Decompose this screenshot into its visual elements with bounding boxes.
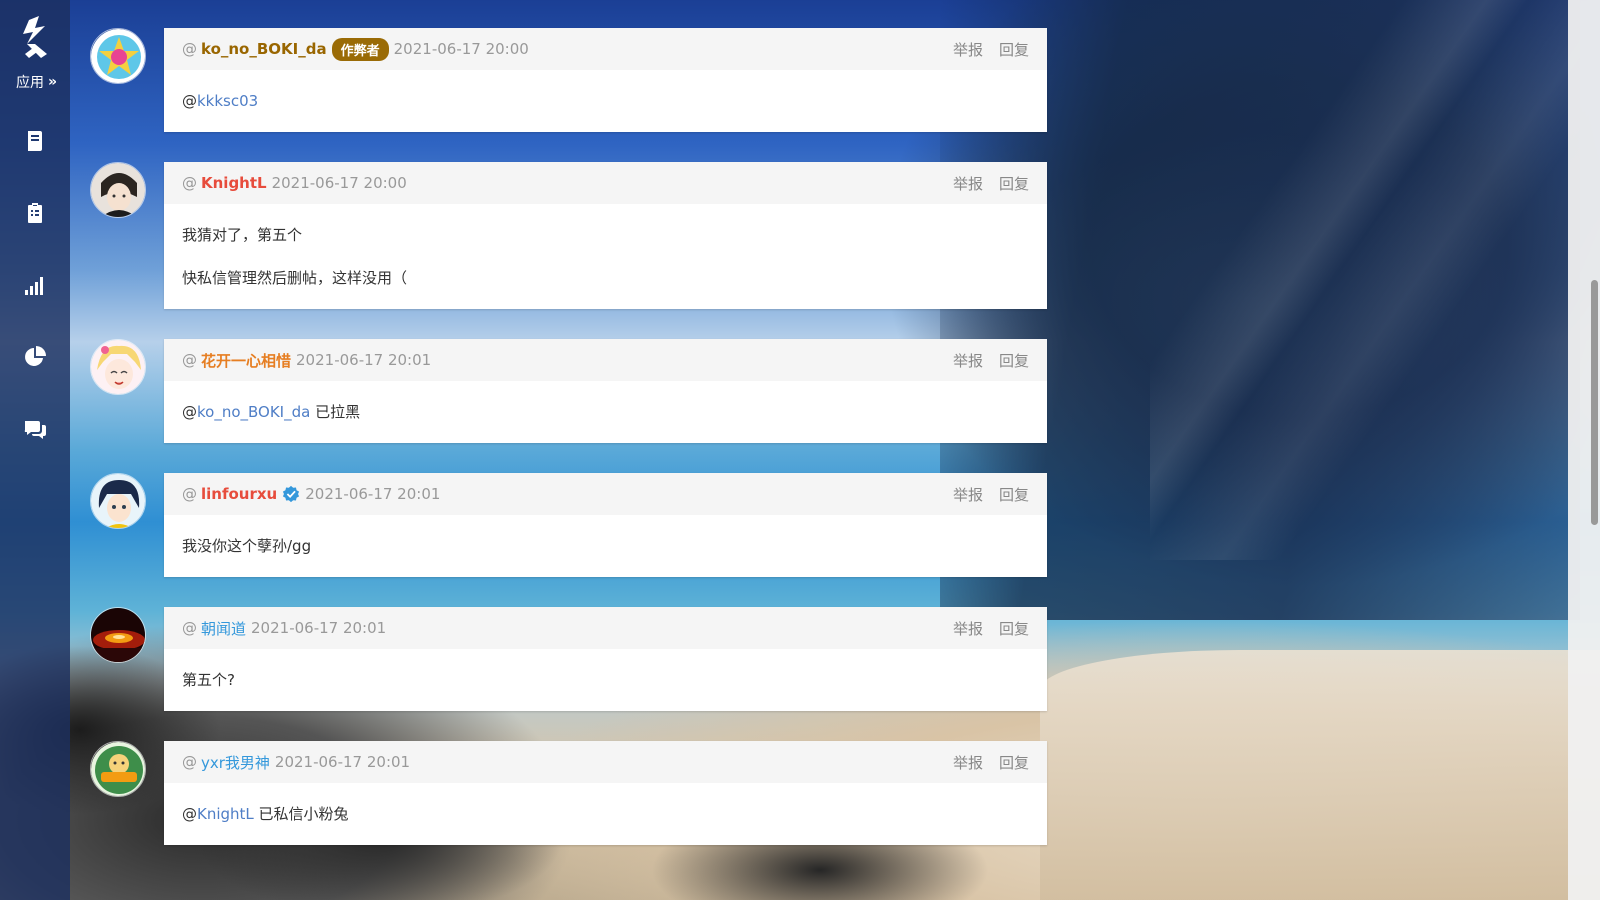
username-link[interactable]: 花开一心相惜: [201, 350, 291, 371]
double-chevron-right-icon: »: [47, 74, 57, 90]
comment-time: 2021-06-17 20:01: [251, 619, 387, 637]
comment-card: @ ko_no_BOKI_da 作弊者 2021-06-17 20:00 举报 …: [164, 28, 1047, 132]
username-link[interactable]: linfourxu: [201, 485, 277, 503]
comment-item: @ yxr我男神 2021-06-17 20:01 举报 回复 @KnightL…: [90, 741, 1070, 845]
comment-body: @ko_no_BOKI_da 已拉黑: [164, 381, 1047, 443]
pie-chart-icon[interactable]: [12, 334, 58, 380]
comment-item: @ 朝闻道 2021-06-17 20:01 举报 回复 第五个?: [90, 607, 1070, 711]
comment-body: @KnightL 已私信小粉兔: [164, 783, 1047, 845]
comment-actions: 举报 回复: [953, 173, 1029, 194]
comment-line: 我没你这个孽孙/gg: [182, 537, 312, 555]
at-symbol: @: [182, 403, 197, 421]
comment-line: @kkksc03: [182, 88, 1029, 114]
comment-body: @kkksc03: [164, 70, 1047, 132]
comment-line: 第五个?: [182, 671, 235, 689]
comment-body: 我猜对了，第五个 快私信管理然后删帖，这样没用（: [164, 204, 1047, 309]
comment-time: 2021-06-17 20:01: [296, 351, 432, 369]
report-button[interactable]: 举报: [953, 484, 983, 505]
avatar[interactable]: [90, 473, 146, 529]
reply-button[interactable]: 回复: [999, 752, 1029, 773]
comment-actions: 举报 回复: [953, 752, 1029, 773]
comment-item: @ linfourxu 2021-06-17 20:01 举报 回复 我没你这个…: [90, 473, 1070, 577]
at-symbol: @: [182, 753, 197, 771]
comment-actions: 举报 回复: [953, 618, 1029, 639]
comment-header: @ 朝闻道 2021-06-17 20:01 举报 回复: [164, 607, 1047, 649]
clipboard-list-icon[interactable]: [12, 190, 58, 236]
comment-card: @ 朝闻道 2021-06-17 20:01 举报 回复 第五个?: [164, 607, 1047, 711]
comment-card: @ linfourxu 2021-06-17 20:01 举报 回复 我没你这个…: [164, 473, 1047, 577]
background-beach: [1040, 650, 1600, 900]
cheater-badge: 作弊者: [331, 37, 389, 61]
avatar[interactable]: [90, 741, 146, 797]
mention-link[interactable]: kkksc03: [197, 92, 258, 110]
comment-body: 我没你这个孽孙/gg: [164, 515, 1047, 577]
comment-header: @ KnightL 2021-06-17 20:00 举报 回复: [164, 162, 1047, 204]
comment-actions: 举报 回复: [953, 484, 1029, 505]
sidebar: 应用 »: [0, 0, 70, 900]
comment-header: @ 花开一心相惜 2021-06-17 20:01 举报 回复: [164, 339, 1047, 381]
at-symbol: @: [182, 805, 197, 823]
report-button[interactable]: 举报: [953, 752, 983, 773]
username-link[interactable]: yxr我男神: [201, 752, 270, 773]
reply-button[interactable]: 回复: [999, 618, 1029, 639]
comment-card: @ 花开一心相惜 2021-06-17 20:01 举报 回复 @ko_no_B…: [164, 339, 1047, 443]
comment-actions: 举报 回复: [953, 350, 1029, 371]
reply-button[interactable]: 回复: [999, 350, 1029, 371]
report-button[interactable]: 举报: [953, 39, 983, 60]
page-scrollbar[interactable]: [1568, 0, 1600, 900]
comment-card: @ yxr我男神 2021-06-17 20:01 举报 回复 @KnightL…: [164, 741, 1047, 845]
comment-list: @ ko_no_BOKI_da 作弊者 2021-06-17 20:00 举报 …: [90, 28, 1070, 875]
username-link[interactable]: ko_no_BOKI_da: [201, 40, 327, 58]
avatar[interactable]: [90, 607, 146, 663]
comment-item: @ ko_no_BOKI_da 作弊者 2021-06-17 20:00 举报 …: [90, 28, 1070, 132]
report-button[interactable]: 举报: [953, 173, 983, 194]
mention-link[interactable]: ko_no_BOKI_da: [197, 403, 310, 421]
at-symbol: @: [182, 174, 197, 192]
avatar[interactable]: [90, 28, 146, 84]
report-button[interactable]: 举报: [953, 350, 983, 371]
verified-check-icon: [282, 485, 300, 503]
comment-time: 2021-06-17 20:00: [393, 40, 529, 58]
username-link[interactable]: KnightL: [201, 174, 267, 192]
comment-header: @ yxr我男神 2021-06-17 20:01 举报 回复: [164, 741, 1047, 783]
comment-line: @ko_no_BOKI_da 已拉黑: [182, 399, 1029, 425]
apps-menu-button[interactable]: 应用 »: [15, 72, 57, 92]
comments-icon[interactable]: [12, 406, 58, 452]
comment-header: @ linfourxu 2021-06-17 20:01 举报 回复: [164, 473, 1047, 515]
at-symbol: @: [182, 92, 197, 110]
at-symbol: @: [182, 40, 197, 58]
avatar[interactable]: [90, 339, 146, 395]
comment-time: 2021-06-17 20:00: [271, 174, 407, 192]
reply-button[interactable]: 回复: [999, 484, 1029, 505]
at-symbol: @: [182, 619, 197, 637]
comment-text: 已拉黑: [310, 403, 361, 421]
comment-item: @ KnightL 2021-06-17 20:00 举报 回复 我猜对了，第五…: [90, 162, 1070, 309]
comment-body: 第五个?: [164, 649, 1047, 711]
mention-link[interactable]: KnightL: [197, 805, 254, 823]
scrollbar-thumb[interactable]: [1591, 280, 1598, 525]
report-button[interactable]: 举报: [953, 618, 983, 639]
comment-text: 已私信小粉兔: [253, 805, 349, 823]
comment-line: 我猜对了，第五个: [182, 226, 303, 244]
problems-book-icon[interactable]: [12, 118, 58, 164]
comment-header: @ ko_no_BOKI_da 作弊者 2021-06-17 20:00 举报 …: [164, 28, 1047, 70]
signal-bars-icon[interactable]: [12, 262, 58, 308]
reply-button[interactable]: 回复: [999, 173, 1029, 194]
at-symbol: @: [182, 351, 197, 369]
username-link[interactable]: 朝闻道: [201, 618, 246, 639]
comment-time: 2021-06-17 20:01: [305, 485, 441, 503]
comment-card: @ KnightL 2021-06-17 20:00 举报 回复 我猜对了，第五…: [164, 162, 1047, 309]
avatar[interactable]: [90, 162, 146, 218]
apps-menu-label: 应用: [15, 75, 44, 91]
comment-line: 快私信管理然后删帖，这样没用（: [182, 269, 408, 287]
comment-line: @KnightL 已私信小粉兔: [182, 801, 1029, 827]
reply-button[interactable]: 回复: [999, 39, 1029, 60]
comment-time: 2021-06-17 20:01: [274, 753, 411, 771]
luogu-logo-icon[interactable]: [15, 14, 55, 62]
background-light-rays: [1150, 0, 1600, 560]
comment-item: @ 花开一心相惜 2021-06-17 20:01 举报 回复 @ko_no_B…: [90, 339, 1070, 443]
comment-actions: 举报 回复: [953, 39, 1029, 60]
at-symbol: @: [182, 485, 197, 503]
